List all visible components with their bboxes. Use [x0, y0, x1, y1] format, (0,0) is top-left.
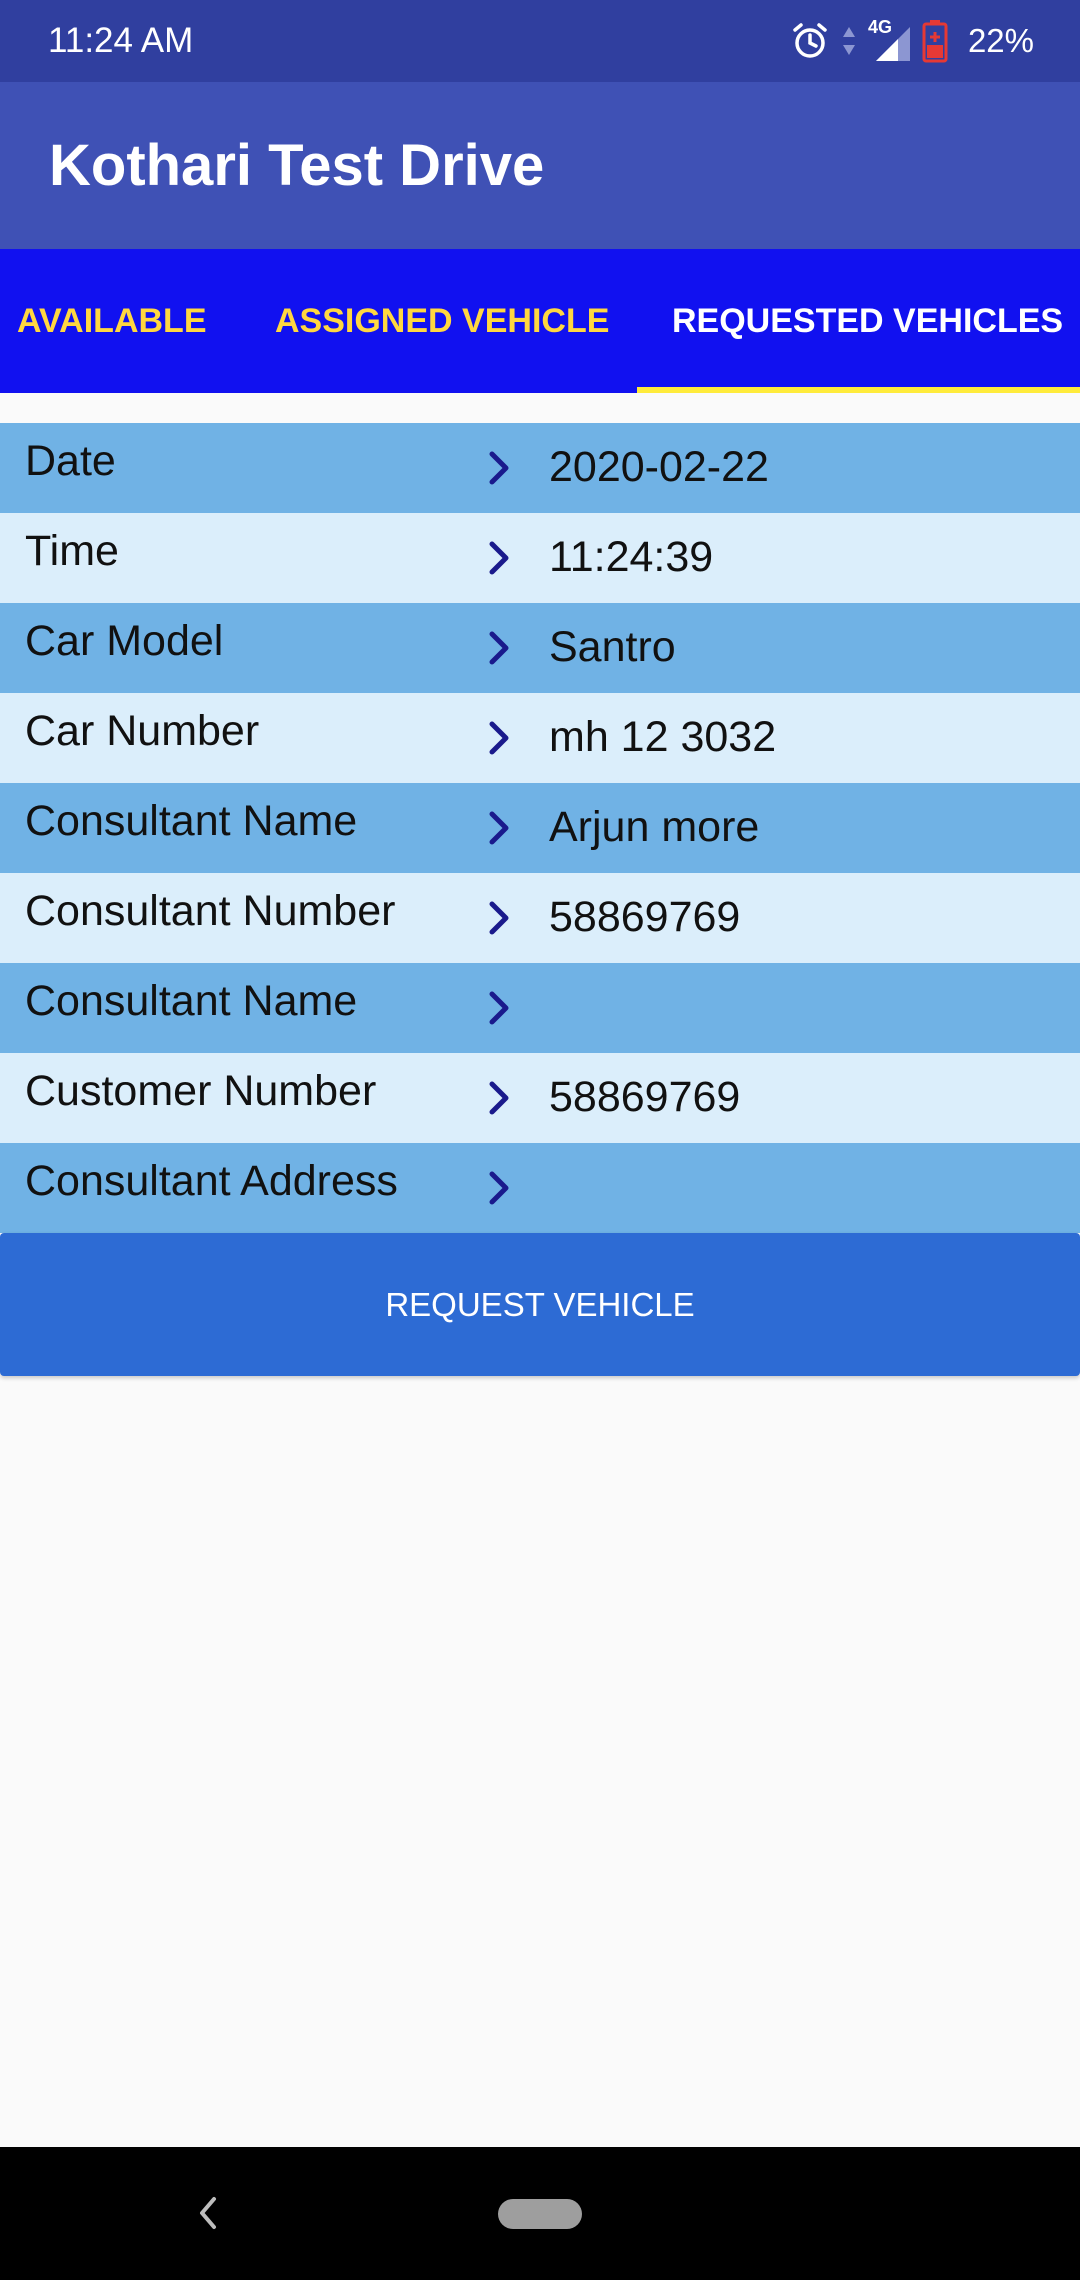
chevron-right-icon: [489, 1171, 509, 1205]
battery-low-icon: [922, 20, 948, 63]
row-value: Arjun more: [549, 803, 760, 851]
tab-selected-indicator: [637, 387, 1080, 393]
status-time: 11:24 AM: [48, 21, 194, 60]
row-value: 2020-02-22: [549, 443, 769, 491]
chevron-right-icon: [489, 631, 509, 665]
home-pill-icon[interactable]: [498, 2199, 582, 2229]
tab-bar: AVAILABLE ASSIGNED VEHICLE REQUESTED VEH…: [0, 249, 1080, 393]
tab-label: AVAILABLE: [17, 301, 207, 340]
row-label: Consultant Name: [25, 797, 358, 845]
row-label: Consultant Number: [25, 887, 396, 935]
back-icon[interactable]: [194, 2193, 222, 2233]
app-title: Kothari Test Drive: [49, 133, 545, 198]
chevron-right-icon: [489, 811, 509, 845]
row-label: Consultant Address: [25, 1157, 398, 1205]
request-details-list: Date 2020-02-22 Time 11:24:39 Car Model …: [0, 423, 1080, 1233]
tab-available[interactable]: AVAILABLE: [17, 249, 207, 393]
row-label: Consultant Name: [25, 977, 358, 1025]
chevron-right-icon: [489, 901, 509, 935]
row-label: Time: [25, 527, 119, 575]
tab-requested-vehicles[interactable]: REQUESTED VEHICLES: [672, 249, 1063, 393]
alarm-icon: [793, 23, 827, 58]
row-value: 58869769: [549, 1073, 741, 1121]
signal-icon: 4G: [868, 17, 912, 63]
request-vehicle-button[interactable]: REQUEST VEHICLE: [0, 1233, 1080, 1376]
detail-row-time: Time 11:24:39: [0, 513, 1080, 603]
row-label: Customer Number: [25, 1067, 377, 1115]
system-nav-bar: [0, 2147, 1080, 2280]
chevron-right-icon: [489, 721, 509, 755]
tab-label: ASSIGNED VEHICLE: [275, 301, 610, 340]
tab-label: REQUESTED VEHICLES: [672, 301, 1064, 340]
battery-percent: 22%: [967, 22, 1034, 59]
tab-assigned-vehicle[interactable]: ASSIGNED VEHICLE: [275, 249, 609, 393]
detail-row-customer-number: Customer Number 58869769: [0, 1053, 1080, 1143]
detail-row-consultant-number: Consultant Number 58869769: [0, 873, 1080, 963]
chevron-right-icon: [489, 1081, 509, 1115]
status-bar: 11:24 AM 4G 22%: [0, 0, 1080, 82]
row-label: Date: [25, 437, 116, 485]
network-arrows-icon: [842, 27, 855, 55]
detail-row-consultant-name: Consultant Name Arjun more: [0, 783, 1080, 873]
chevron-right-icon: [489, 991, 509, 1025]
status-icons: 4G 22%: [790, 14, 1034, 68]
chevron-right-icon: [489, 451, 509, 485]
detail-row-consultant-address: Consultant Address: [0, 1143, 1080, 1233]
detail-row-car-model: Car Model Santro: [0, 603, 1080, 693]
row-value: mh 12 3032: [549, 713, 777, 761]
row-label: Car Number: [25, 707, 260, 755]
row-value: Santro: [549, 623, 676, 671]
detail-row-date: Date 2020-02-22: [0, 423, 1080, 513]
detail-row-car-number: Car Number mh 12 3032: [0, 693, 1080, 783]
row-label: Car Model: [25, 617, 224, 665]
request-vehicle-label: REQUEST VEHICLE: [385, 1285, 695, 1323]
chevron-right-icon: [489, 541, 509, 575]
row-value: 58869769: [549, 893, 741, 941]
row-value: 11:24:39: [549, 533, 714, 581]
app-bar: Kothari Test Drive: [0, 82, 1080, 249]
detail-row-customer-name: Consultant Name: [0, 963, 1080, 1053]
